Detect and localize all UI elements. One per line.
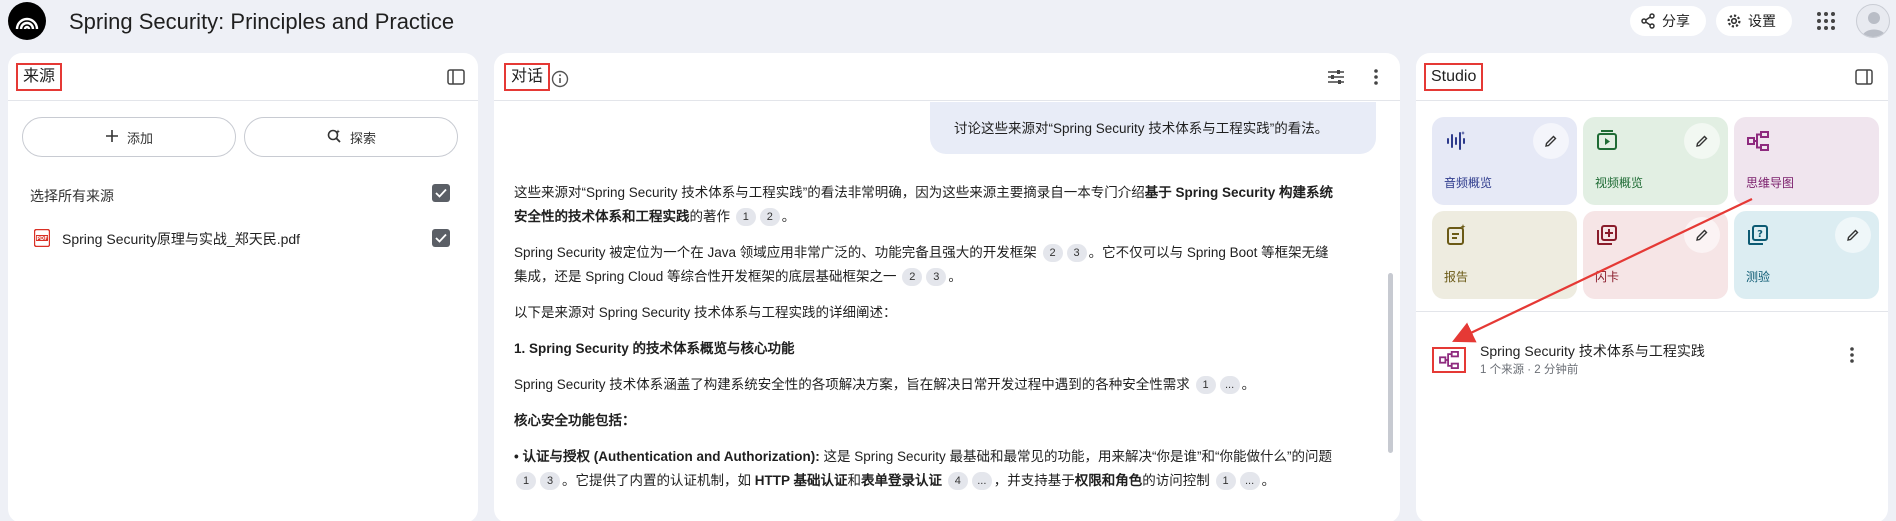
audio-overview-tile[interactable]: 音频概览 bbox=[1432, 117, 1577, 205]
select-all-checkbox[interactable] bbox=[432, 184, 450, 202]
generated-note-title[interactable]: Spring Security 技术体系与工程实践 bbox=[1480, 341, 1705, 361]
svg-text:?: ? bbox=[1757, 229, 1763, 240]
citation-chip[interactable]: ... bbox=[971, 472, 992, 490]
pdf-icon: PDF bbox=[33, 228, 51, 248]
explore-label: 探索 bbox=[349, 130, 376, 146]
video-play-icon bbox=[1595, 129, 1619, 153]
mindmap-label: 思维导图 bbox=[1746, 176, 1795, 190]
response-paragraph: 以下是来源对 Spring Security 技术体系与工程实践的详细阐述： bbox=[514, 305, 897, 320]
citation-chip[interactable]: 2 bbox=[759, 208, 780, 226]
citation-chip[interactable]: 1 bbox=[1215, 472, 1236, 490]
sources-title: 来源 bbox=[16, 63, 63, 91]
quiz-label: 测验 bbox=[1746, 270, 1771, 284]
tune-settings-icon[interactable] bbox=[1324, 65, 1348, 89]
generated-note-meta: 1 个来源 · 2 分钟前 bbox=[1480, 364, 1579, 376]
share-label: 分享 bbox=[1662, 13, 1690, 29]
report-label: 报告 bbox=[1444, 270, 1469, 284]
video-overview-label: 视频概览 bbox=[1595, 176, 1644, 190]
mindmap-tile[interactable]: 思维导图 bbox=[1734, 117, 1879, 205]
gear-icon bbox=[1726, 13, 1742, 29]
studio-divider bbox=[1416, 311, 1888, 312]
response-heading: 1. Spring Security 的技术体系概览与核心功能 bbox=[514, 341, 795, 356]
user-avatar[interactable] bbox=[1856, 4, 1890, 38]
citation-chip[interactable]: 1 bbox=[516, 472, 536, 490]
chat-header: 对话 bbox=[494, 53, 1400, 101]
source-item-checkbox[interactable] bbox=[432, 229, 450, 247]
mindmap-icon[interactable] bbox=[1432, 347, 1466, 373]
assistant-response: 这些来源对“Spring Security 技术体系与工程实践”的看法非常明确，… bbox=[514, 181, 1334, 505]
citation-chip[interactable]: 3 bbox=[926, 268, 947, 286]
sources-header: 来源 bbox=[8, 53, 478, 101]
source-item-name[interactable]: Spring Security原理与实战_郑天民.pdf bbox=[62, 229, 300, 249]
response-bullet: • 认证与授权 (Authentication and Authorizatio… bbox=[514, 449, 1332, 490]
chat-title: 对话 bbox=[504, 63, 551, 91]
edit-pencil-icon[interactable] bbox=[1684, 123, 1720, 159]
flashcards-tile[interactable]: 闪卡 bbox=[1583, 211, 1728, 299]
report-icon bbox=[1444, 223, 1468, 247]
collapse-panel-icon[interactable] bbox=[1852, 65, 1876, 89]
studio-header: Studio bbox=[1416, 53, 1888, 101]
response-paragraph: 这些来源对“Spring Security 技术体系与工程实践”的看法非常明确，… bbox=[514, 185, 1334, 226]
mindmap-icon bbox=[1746, 129, 1770, 153]
flashcards-label: 闪卡 bbox=[1595, 270, 1620, 284]
edit-pencil-icon[interactable] bbox=[1684, 217, 1720, 253]
edit-pencil-icon[interactable] bbox=[1835, 217, 1871, 253]
audio-waveform-icon bbox=[1444, 129, 1468, 153]
add-source-label: 添加 bbox=[126, 130, 153, 146]
response-paragraph: Spring Security 被定位为一个在 Java 领域应用非常广泛的、功… bbox=[514, 244, 1329, 286]
citation-chip[interactable]: 3 bbox=[1066, 244, 1087, 262]
citation-chip[interactable]: 3 bbox=[540, 472, 560, 490]
share-button[interactable]: 分享 bbox=[1630, 6, 1706, 36]
more-vert-icon[interactable] bbox=[1840, 343, 1864, 367]
chat-scrollbar[interactable] bbox=[1388, 273, 1393, 453]
info-icon[interactable] bbox=[548, 67, 572, 91]
video-overview-tile[interactable]: 视频概览 bbox=[1583, 117, 1728, 205]
studio-title: Studio bbox=[1424, 63, 1484, 91]
select-all-label: 选择所有来源 bbox=[30, 188, 114, 204]
plus-icon bbox=[105, 129, 119, 146]
studio-panel: Studio 音频概览 视频概览 思维导图 报告 闪卡 ? 测验 Spring … bbox=[1416, 53, 1888, 521]
quiz-icon: ? bbox=[1746, 223, 1770, 247]
citation-chip[interactable]: ... bbox=[1239, 472, 1260, 490]
chat-panel: 对话 讨论这些来源对“Spring Security 技术体系与工程实践”的看法… bbox=[494, 53, 1400, 521]
citation-chip[interactable]: ... bbox=[1219, 376, 1240, 394]
settings-label: 设置 bbox=[1748, 13, 1776, 29]
top-bar: Spring Security: Principles and Practice… bbox=[0, 0, 1896, 44]
explore-sources-button[interactable]: 探索 bbox=[244, 117, 458, 157]
notebook-logo-icon[interactable] bbox=[8, 2, 46, 40]
response-paragraph: Spring Security 技术体系涵盖了构建系统安全性的各项解决方案，旨在… bbox=[514, 376, 1256, 394]
citation-chip[interactable]: 4 bbox=[947, 472, 968, 490]
quiz-tile[interactable]: ? 测验 bbox=[1734, 211, 1879, 299]
citation-chip[interactable]: 1 bbox=[1195, 376, 1216, 394]
apps-grid-icon[interactable] bbox=[1816, 11, 1836, 31]
flashcards-icon bbox=[1595, 223, 1619, 247]
svg-text:PDF: PDF bbox=[36, 236, 47, 242]
user-message-bubble: 讨论这些来源对“Spring Security 技术体系与工程实践”的看法。 bbox=[930, 102, 1376, 154]
citation-chip[interactable]: 1 bbox=[735, 208, 756, 226]
add-source-button[interactable]: 添加 bbox=[22, 117, 236, 157]
citation-chip[interactable]: 2 bbox=[902, 268, 923, 286]
citation-chip[interactable]: 2 bbox=[1042, 244, 1063, 262]
report-tile[interactable]: 报告 bbox=[1432, 211, 1577, 299]
sources-panel: 来源 添加 探索 选择所有来源 PDF Spring Security原理与实战… bbox=[8, 53, 478, 521]
response-subheading: 核心安全功能包括： bbox=[514, 413, 636, 428]
share-icon bbox=[1640, 13, 1656, 29]
collapse-panel-icon[interactable] bbox=[444, 65, 468, 89]
search-sparkle-icon bbox=[326, 128, 342, 147]
settings-button[interactable]: 设置 bbox=[1716, 6, 1792, 36]
edit-pencil-icon[interactable] bbox=[1533, 123, 1569, 159]
audio-overview-label: 音频概览 bbox=[1444, 176, 1493, 190]
notebook-title[interactable]: Spring Security: Principles and Practice bbox=[69, 9, 454, 35]
more-vert-icon[interactable] bbox=[1364, 65, 1388, 89]
